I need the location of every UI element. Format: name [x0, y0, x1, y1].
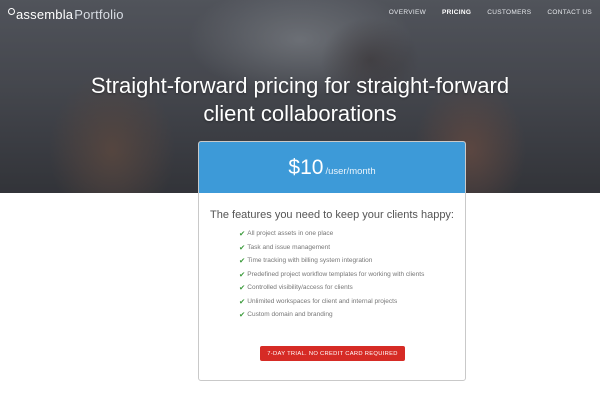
feature-text: All project assets in one place [247, 230, 334, 237]
feature-item: ✔ Custom domain and branding [239, 310, 429, 319]
free-trial-button[interactable]: 7-DAY TRIAL. NO CREDIT CARD REQUIRED [260, 346, 405, 361]
top-nav: OVERVIEW PRICING CUSTOMERS CONTACT US [389, 9, 592, 16]
check-icon: ✔ [239, 269, 246, 279]
feature-text: Time tracking with billing system integr… [247, 257, 373, 264]
logo[interactable]: assembla Portfolio [8, 7, 124, 22]
check-icon: ✔ [239, 310, 246, 319]
check-icon: ✔ [239, 242, 246, 252]
feature-item: ✔ All project assets in one place [239, 229, 429, 238]
features-heading: The features you need to keep your clien… [210, 209, 454, 221]
check-icon: ✔ [239, 283, 246, 292]
feature-text: Controlled visibility/access for clients [247, 284, 353, 291]
logo-mark-icon [8, 8, 15, 15]
price-unit: /user/month [325, 166, 376, 177]
check-icon: ✔ [239, 296, 246, 306]
feature-text: Task and issue management [247, 243, 331, 251]
price-band: $10 /user/month [199, 142, 465, 193]
hero-title: Straight-forward pricing for straight-fo… [0, 72, 600, 128]
feature-item: ✔ Controlled visibility/access for clien… [239, 283, 429, 292]
check-icon: ✔ [239, 256, 246, 265]
price-amount: $10 [288, 155, 324, 179]
feature-text: Predefined project workflow templates fo… [247, 270, 425, 278]
feature-item: ✔ Time tracking with billing system inte… [239, 256, 429, 265]
pricing-card: $10 /user/month The features you need to… [198, 141, 466, 381]
feature-item: ✔ Unlimited workspaces for client and in… [239, 297, 429, 306]
features-list: ✔ All project assets in one place ✔ Task… [239, 229, 429, 319]
nav-overview[interactable]: OVERVIEW [389, 9, 426, 16]
nav-pricing[interactable]: PRICING [442, 9, 471, 16]
logo-brand: assembla [16, 7, 74, 22]
nav-customers[interactable]: CUSTOMERS [487, 9, 531, 16]
nav-contact-us[interactable]: CONTACT US [547, 9, 592, 16]
feature-item: ✔ Predefined project workflow templates … [239, 270, 429, 279]
hero-title-line-1: Straight-forward pricing for straight-fo… [90, 73, 510, 98]
check-icon: ✔ [239, 229, 246, 238]
feature-text: Unlimited workspaces for client and inte… [247, 297, 398, 305]
logo-product: Portfolio [74, 7, 124, 22]
hero-title-line-2: client collaborations [203, 101, 397, 126]
feature-text: Custom domain and branding [247, 311, 333, 318]
feature-item: ✔ Task and issue management [239, 243, 429, 252]
